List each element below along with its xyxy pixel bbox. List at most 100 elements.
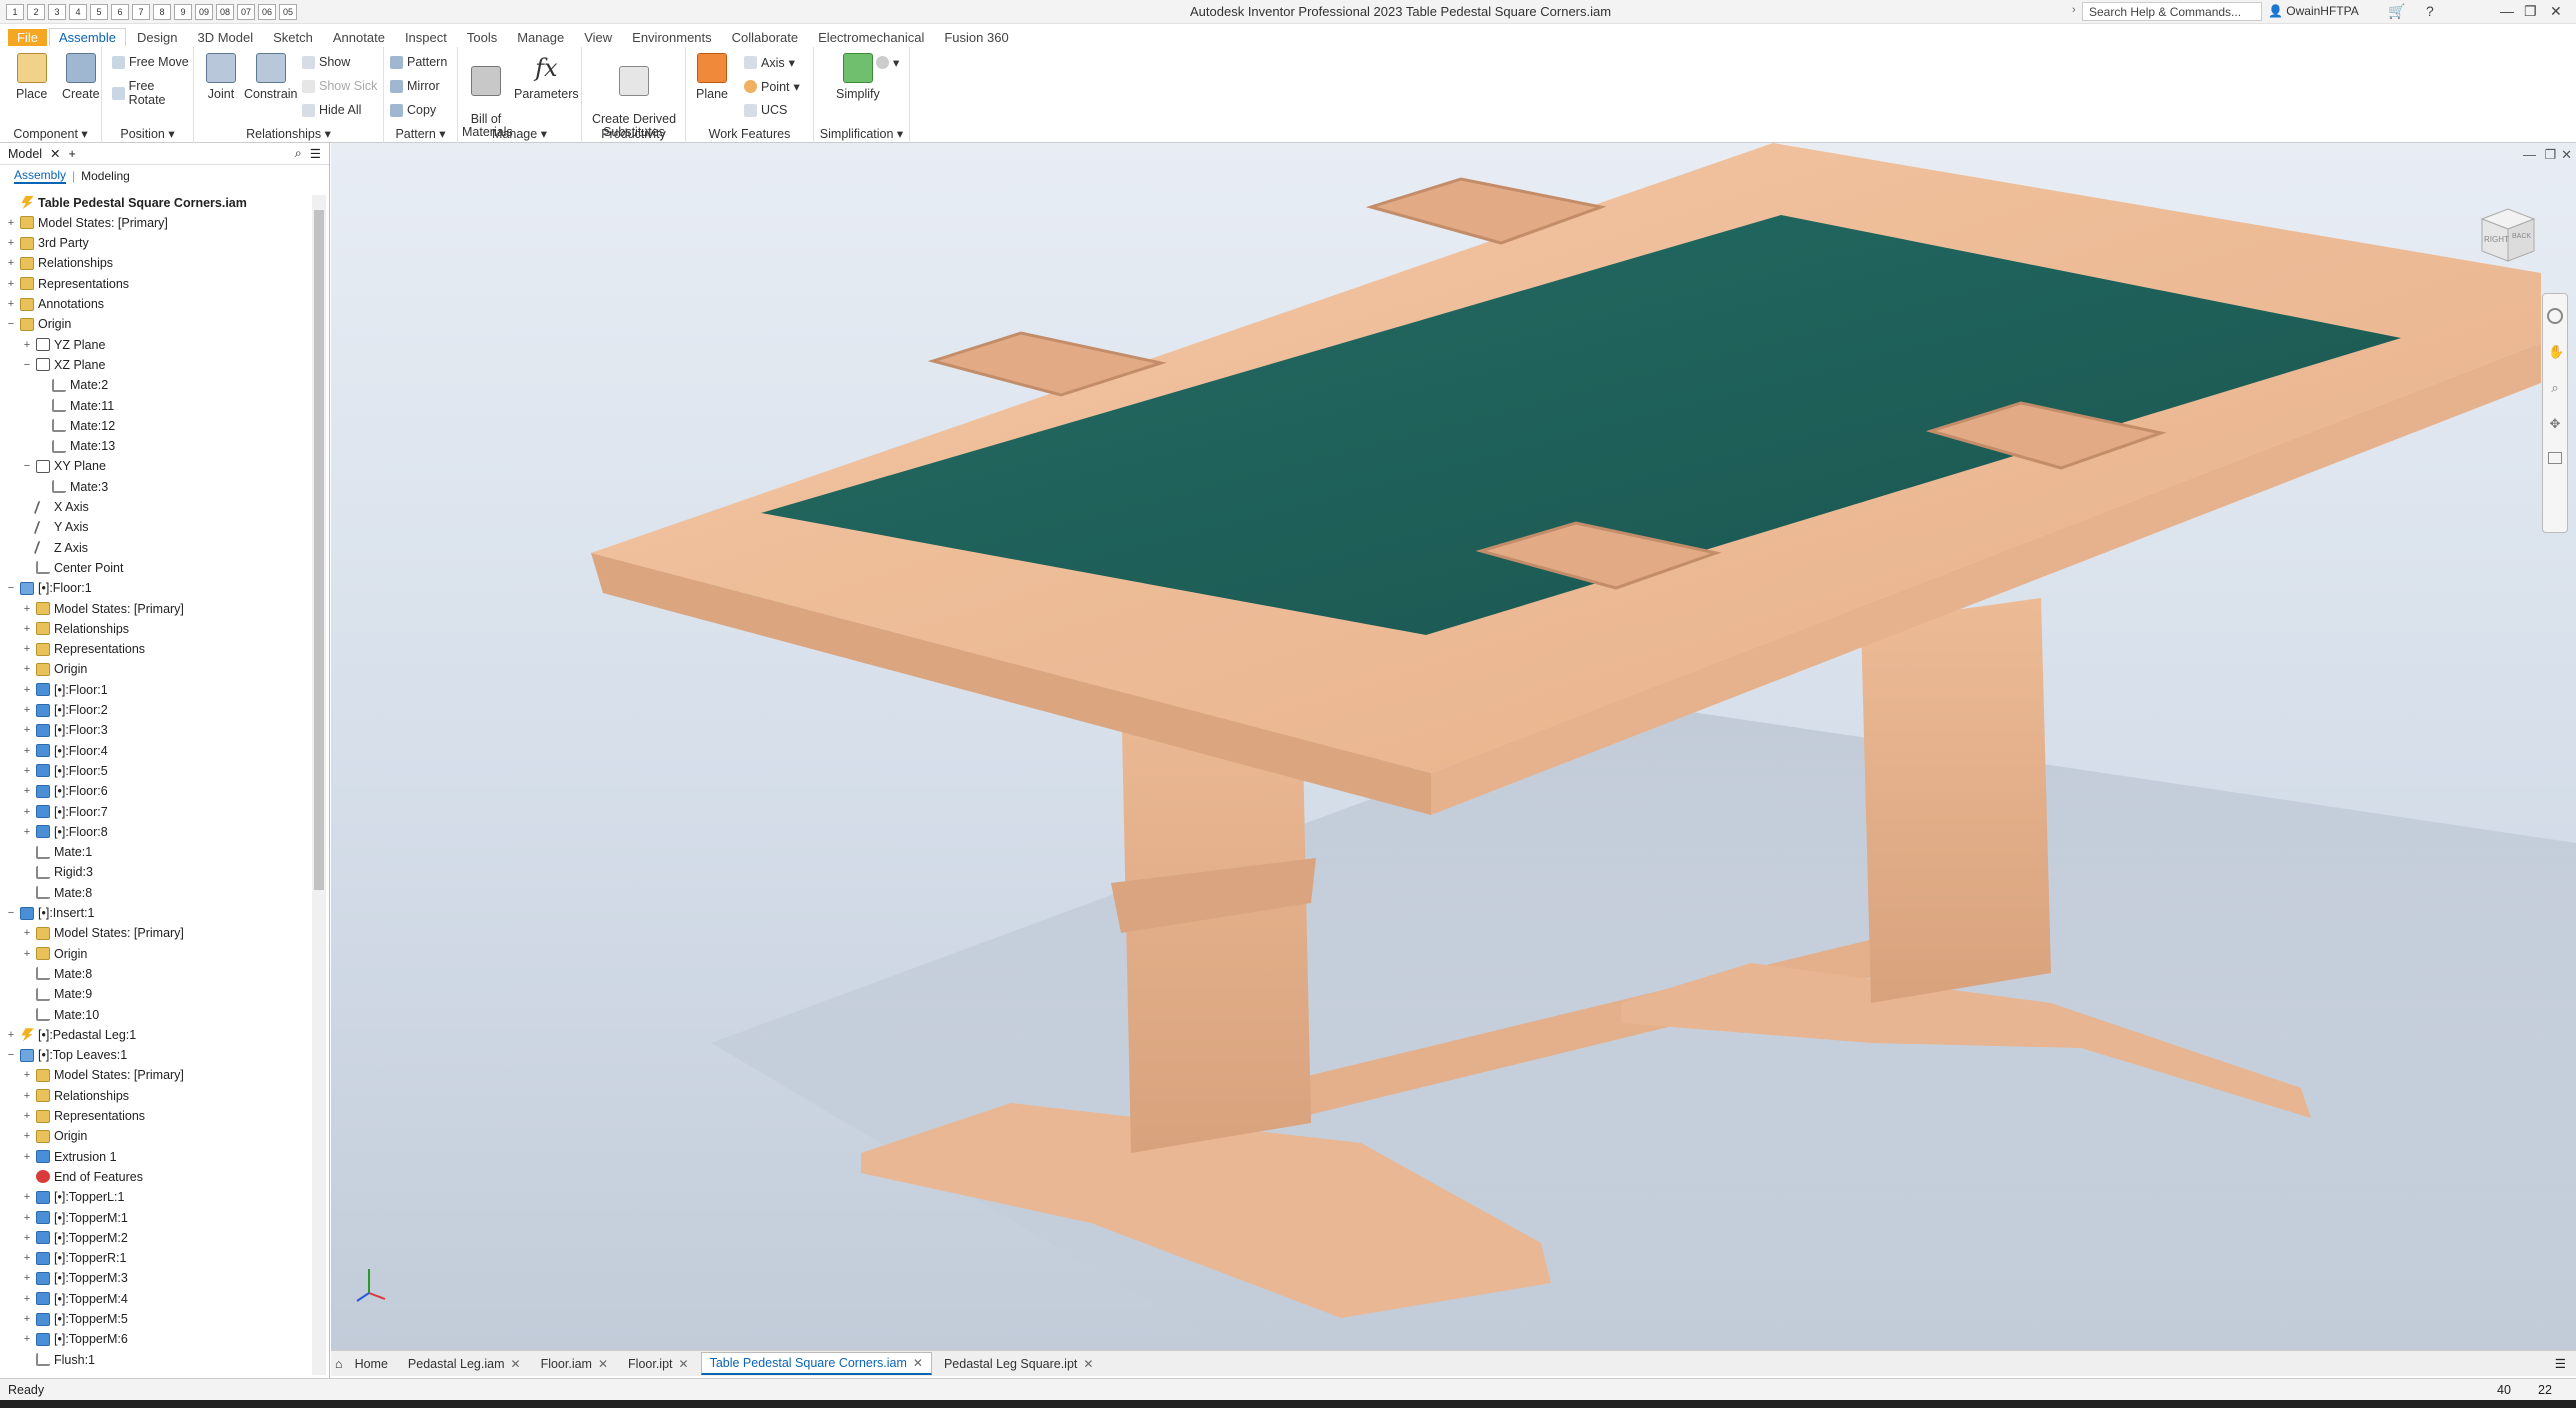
- cart-icon[interactable]: 🛒: [2388, 3, 2405, 20]
- tree-node[interactable]: + Model States: [Primary]: [6, 213, 168, 232]
- tree-node[interactable]: Mate:11: [38, 396, 114, 415]
- subtab-assembly[interactable]: Assembly: [14, 168, 67, 184]
- expand-toggle-icon[interactable]: +: [22, 745, 32, 757]
- expand-toggle-icon[interactable]: +: [22, 663, 32, 675]
- document-tab[interactable]: Floor.ipt ✕: [620, 1354, 697, 1374]
- close-icon[interactable]: ✕: [1083, 1357, 1093, 1371]
- quick-access-button[interactable]: 2: [27, 4, 45, 20]
- tree-node[interactable]: + Origin: [22, 660, 88, 679]
- tree-node[interactable]: + [•]:Floor:6: [22, 782, 108, 801]
- expand-toggle-icon[interactable]: +: [6, 298, 16, 310]
- ribbon-tab-sketch[interactable]: Sketch: [264, 29, 322, 46]
- tree-node[interactable]: + YZ Plane: [22, 335, 106, 354]
- tree-node[interactable]: + Annotations: [6, 295, 104, 314]
- ribbon-tab-electromechanical[interactable]: Electromechanical: [809, 29, 933, 46]
- tree-node[interactable]: + [•]:Floor:2: [22, 701, 108, 720]
- tree-node[interactable]: Z Axis: [22, 538, 88, 557]
- pan-icon[interactable]: ✋: [2548, 344, 2564, 360]
- graphics-viewport[interactable]: RIGHT BACK ✋ ⌕ ✥ — ❐ ✕: [331, 143, 2576, 1350]
- quick-access-button[interactable]: 08: [216, 4, 234, 20]
- tree-node[interactable]: Mate:12: [38, 416, 115, 435]
- expand-toggle-icon[interactable]: +: [6, 1029, 16, 1041]
- ribbon-tab-collaborate[interactable]: Collaborate: [723, 29, 808, 46]
- tree-node[interactable]: − Origin: [6, 315, 72, 334]
- ribbon-tab-file[interactable]: File: [8, 28, 47, 46]
- expand-toggle-icon[interactable]: −: [6, 318, 16, 330]
- tree-scrollbar-thumb[interactable]: [314, 210, 324, 890]
- ribbon-tab-inspect[interactable]: Inspect: [396, 29, 456, 46]
- tree-node[interactable]: Mate:13: [38, 437, 115, 456]
- plane-button[interactable]: Plane: [696, 53, 728, 101]
- expand-toggle-icon[interactable]: +: [22, 1212, 32, 1224]
- search-icon[interactable]: ⌕: [295, 146, 302, 161]
- ribbon-tab-assemble[interactable]: Assemble: [48, 28, 127, 46]
- panel-title-simplification[interactable]: Simplification ▾: [814, 126, 909, 141]
- quick-access-button[interactable]: 1: [6, 4, 24, 20]
- panel-title-component[interactable]: Component ▾: [0, 126, 101, 141]
- expand-toggle-icon[interactable]: +: [22, 643, 32, 655]
- joint-button[interactable]: Joint: [206, 53, 236, 101]
- ribbon-tab-3d-model[interactable]: 3D Model: [189, 29, 263, 46]
- tree-node[interactable]: + [•]:TopperM:4: [22, 1289, 128, 1308]
- mirror-button[interactable]: Mirror: [390, 79, 440, 93]
- viewport-minimize-button[interactable]: —: [2523, 147, 2536, 162]
- browser-tab-model[interactable]: Model: [8, 147, 42, 161]
- constrain-button[interactable]: Constrain: [244, 53, 298, 101]
- expand-toggle-icon[interactable]: −: [6, 907, 16, 919]
- point-button[interactable]: Point ▾: [744, 79, 800, 94]
- tree-node[interactable]: + Relationships: [22, 619, 129, 638]
- expand-toggle-icon[interactable]: +: [6, 237, 16, 249]
- create-button[interactable]: Create: [62, 53, 100, 101]
- tree-node[interactable]: + [•]:Floor:8: [22, 822, 108, 841]
- ribbon-tab-annotate[interactable]: Annotate: [324, 29, 394, 46]
- place-button[interactable]: Place: [16, 53, 47, 101]
- parameters-button[interactable]: fx Parameters: [514, 53, 579, 101]
- tree-node[interactable]: X Axis: [22, 498, 89, 517]
- expand-toggle-icon[interactable]: +: [22, 724, 32, 736]
- tree-node[interactable]: Mate:10: [22, 1005, 99, 1024]
- tree-node[interactable]: Mate:1: [22, 843, 92, 862]
- tree-node[interactable]: + Representations: [22, 640, 145, 659]
- expand-toggle-icon[interactable]: +: [22, 1232, 32, 1244]
- expand-toggle-icon[interactable]: +: [22, 1333, 32, 1345]
- hide-all-button[interactable]: Hide All: [302, 103, 361, 117]
- ribbon-tab-tools[interactable]: Tools: [458, 29, 506, 46]
- help-search-input[interactable]: Search Help & Commands...: [2082, 2, 2262, 21]
- copy-button[interactable]: Copy: [390, 103, 436, 117]
- tree-node[interactable]: + [•]:Floor:3: [22, 721, 108, 740]
- tree-node[interactable]: End of Features: [22, 1167, 143, 1186]
- document-tab[interactable]: Pedastal Leg Square.ipt ✕: [936, 1354, 1102, 1374]
- expand-toggle-icon[interactable]: +: [6, 217, 16, 229]
- expand-toggle-icon[interactable]: +: [22, 1130, 32, 1142]
- close-icon[interactable]: ✕: [511, 1357, 521, 1371]
- tree-node[interactable]: − [•]:Insert:1: [6, 904, 95, 923]
- document-tab[interactable]: Floor.iam ✕: [533, 1354, 616, 1374]
- expand-toggle-icon[interactable]: +: [6, 278, 16, 290]
- close-window-button[interactable]: ✕: [2550, 3, 2562, 20]
- panel-title-pattern[interactable]: Pattern ▾: [384, 126, 457, 141]
- expand-toggle-icon[interactable]: +: [22, 1252, 32, 1264]
- document-tab[interactable]: Home: [347, 1354, 396, 1374]
- tab-menu-icon[interactable]: ☰: [2555, 1356, 2566, 1371]
- axis-button[interactable]: Axis ▾: [744, 55, 795, 70]
- tree-node[interactable]: + [•]:TopperM:2: [22, 1228, 128, 1247]
- tree-node[interactable]: + Relationships: [6, 254, 113, 273]
- free-rotate-button[interactable]: Free Rotate: [112, 79, 193, 107]
- tree-node[interactable]: + [•]:TopperM:1: [22, 1208, 128, 1227]
- user-account[interactable]: 👤 OwainHFTPA: [2268, 4, 2359, 18]
- ribbon-tab-environments[interactable]: Environments: [623, 29, 720, 46]
- tree-node[interactable]: + [•]:TopperR:1: [22, 1249, 127, 1268]
- expand-toggle-icon[interactable]: +: [22, 339, 32, 351]
- tree-node[interactable]: Rigid:3: [22, 863, 93, 882]
- tree-node[interactable]: + [•]:TopperM:6: [22, 1330, 128, 1349]
- expand-toggle-icon[interactable]: +: [6, 257, 16, 269]
- document-tab[interactable]: Table Pedestal Square Corners.iam ✕: [700, 1352, 932, 1375]
- tree-node[interactable]: + [•]:TopperM:5: [22, 1310, 128, 1329]
- show-sick-button[interactable]: Show Sick: [302, 79, 377, 93]
- expand-toggle-icon[interactable]: +: [22, 1151, 32, 1163]
- tree-node[interactable]: Flush:1: [22, 1350, 95, 1369]
- ribbon-tab-manage[interactable]: Manage: [508, 29, 573, 46]
- pattern-button[interactable]: Pattern: [390, 55, 447, 69]
- expand-toggle-icon[interactable]: +: [22, 765, 32, 777]
- tree-node[interactable]: Mate:2: [38, 376, 108, 395]
